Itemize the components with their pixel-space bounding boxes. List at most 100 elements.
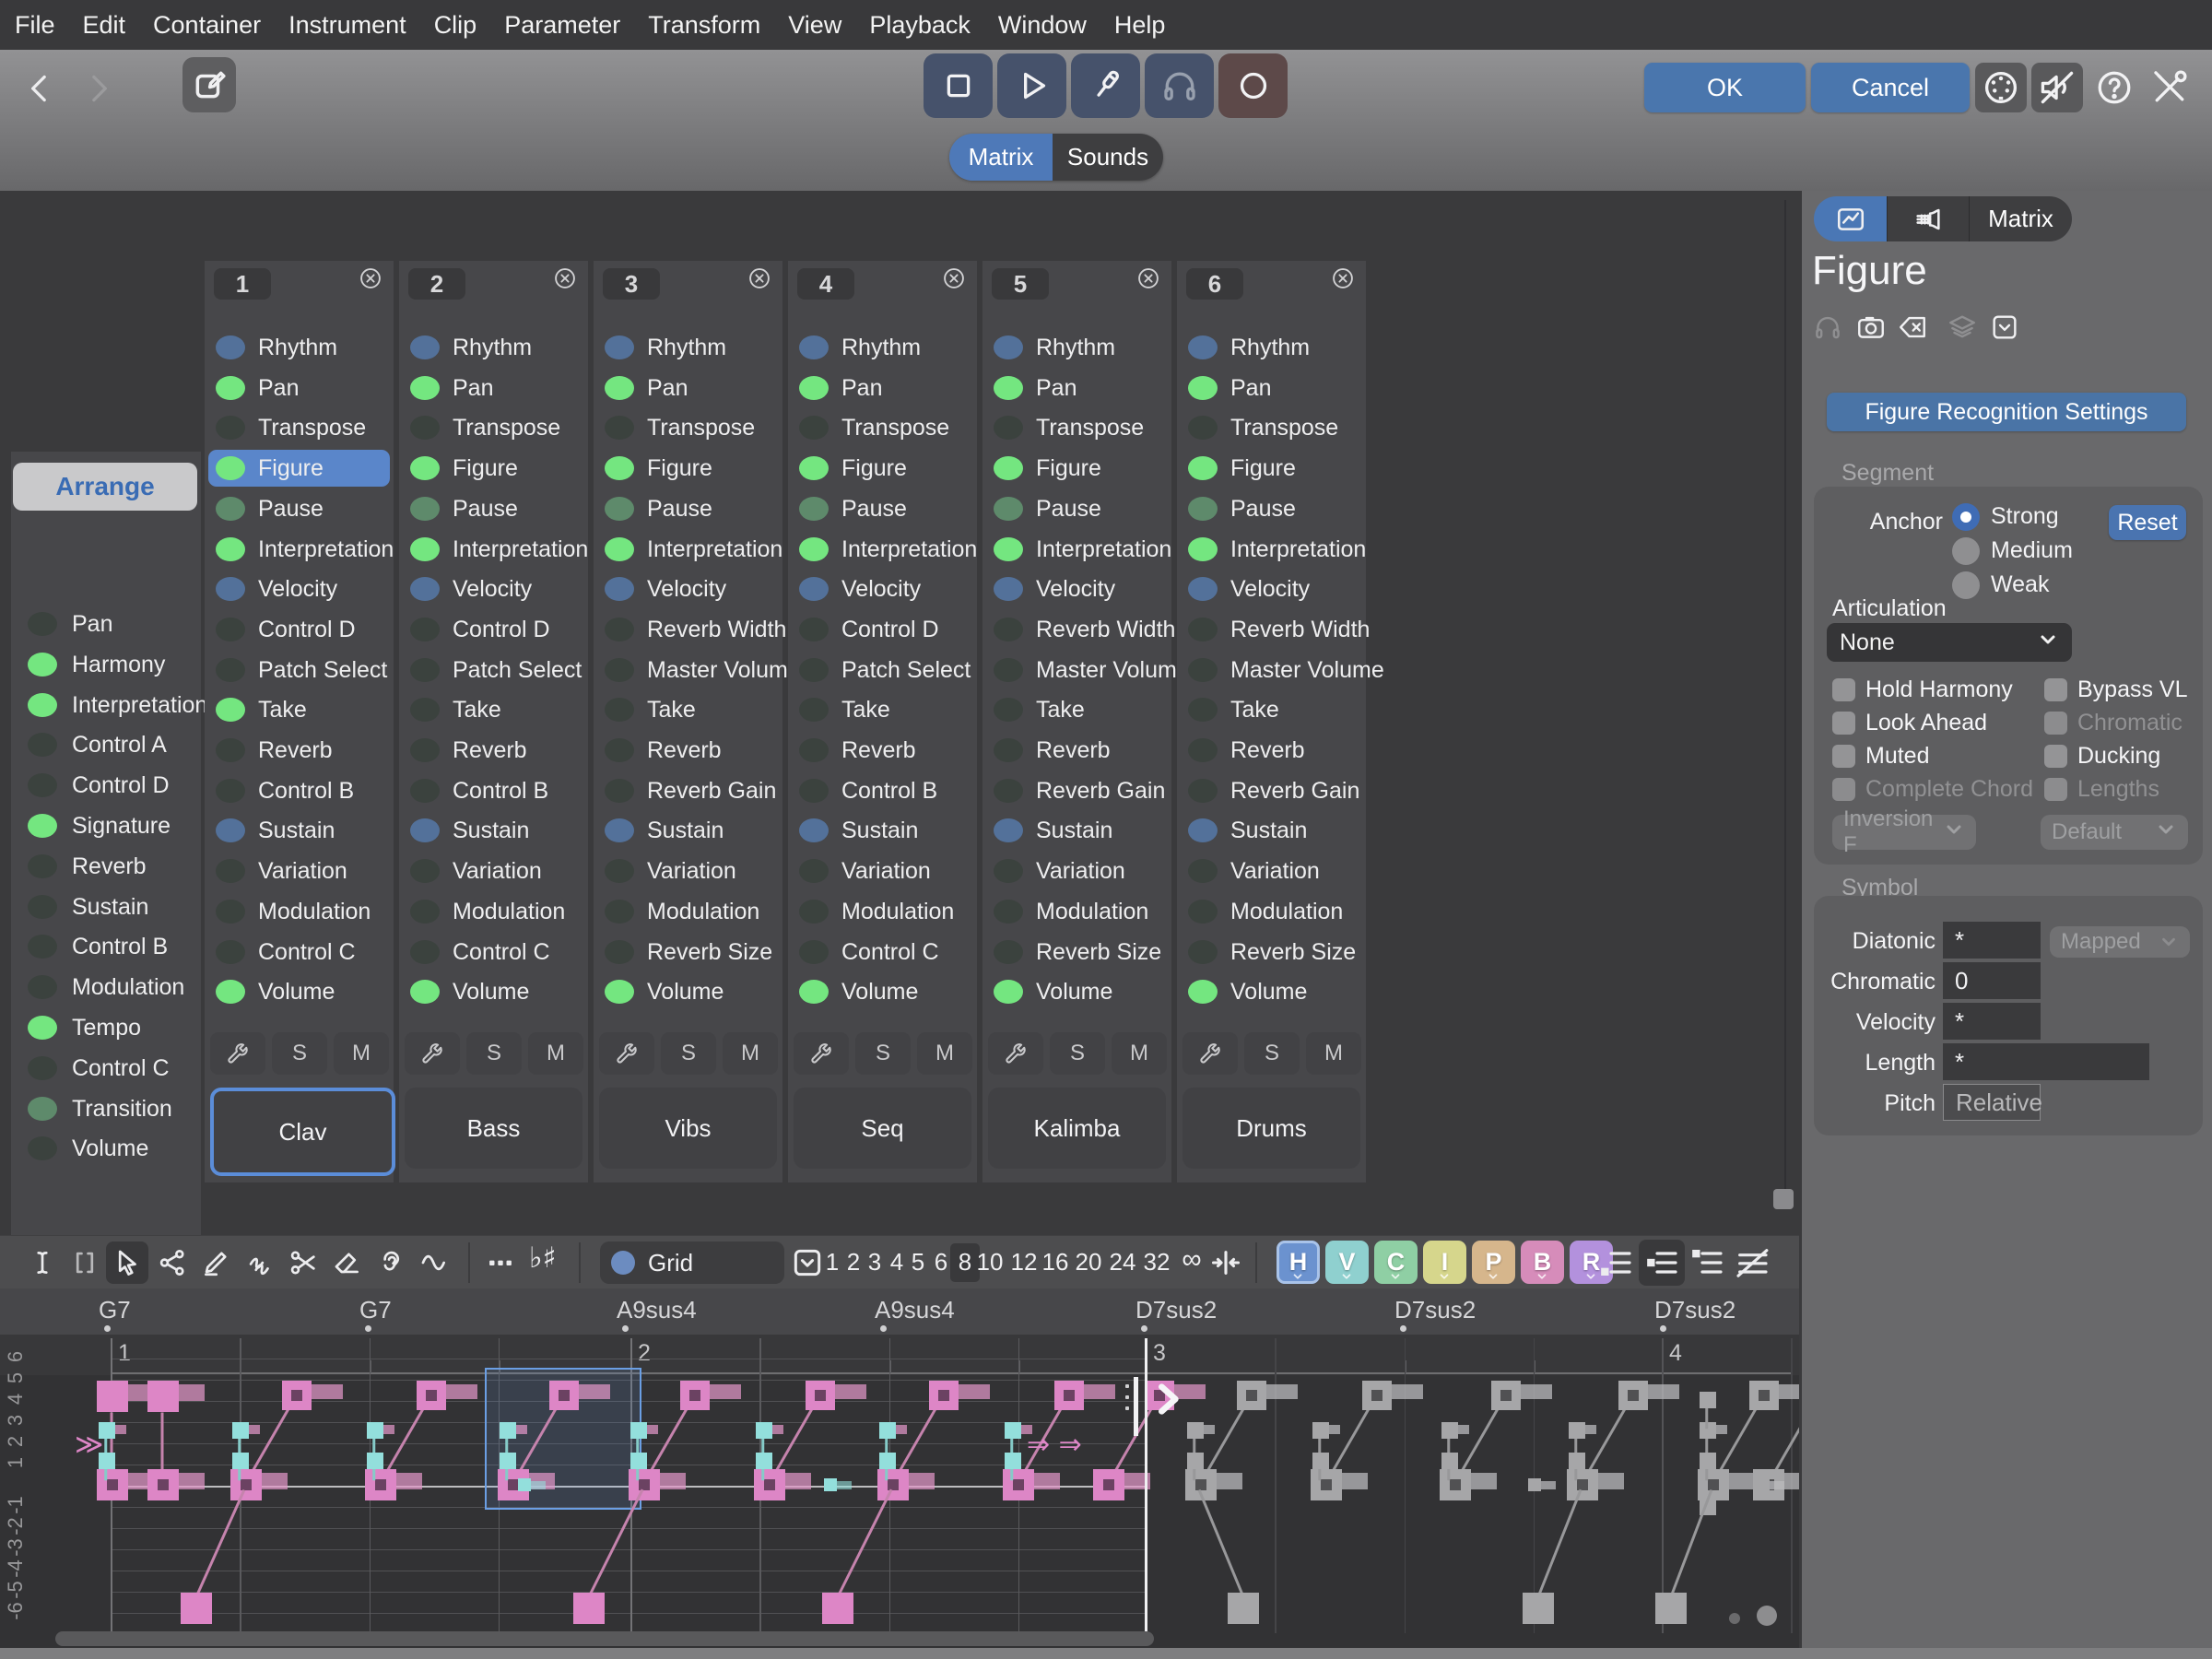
figure-note-top[interactable] bbox=[806, 1381, 835, 1410]
layer-button-i[interactable]: I bbox=[1423, 1241, 1466, 1284]
checkbox-lengths[interactable] bbox=[2044, 778, 2067, 801]
default-dropdown[interactable]: Default bbox=[2041, 815, 2188, 850]
close-track-button[interactable] bbox=[358, 265, 383, 296]
layer-button-c[interactable]: C bbox=[1374, 1241, 1418, 1284]
grid-visible-checkbox[interactable] bbox=[790, 1245, 825, 1285]
mute-button[interactable]: M bbox=[1306, 1032, 1361, 1075]
note-dots-tool[interactable] bbox=[485, 1247, 516, 1283]
param-row-sustain[interactable]: Sustain bbox=[1177, 812, 1366, 851]
mute-button[interactable]: M bbox=[917, 1032, 972, 1075]
record-button[interactable] bbox=[1218, 53, 1288, 118]
param-row-pan[interactable]: Pan bbox=[594, 370, 782, 408]
grid-division-6[interactable]: 6 bbox=[935, 1248, 947, 1277]
param-row-variation[interactable]: Variation bbox=[399, 853, 588, 891]
figure-note-low[interactable] bbox=[1523, 1593, 1554, 1624]
param-row-transpose[interactable]: Transpose bbox=[1177, 409, 1366, 448]
figure-note-base[interactable] bbox=[877, 1469, 909, 1500]
figure-note-base[interactable] bbox=[365, 1469, 396, 1500]
param-row-figure[interactable]: Figure bbox=[788, 450, 977, 488]
cursor-arrow-tool[interactable] bbox=[112, 1247, 143, 1283]
ornament-note[interactable] bbox=[500, 1453, 516, 1469]
param-row-reverb[interactable]: Reverb bbox=[399, 732, 588, 771]
solo-button[interactable]: S bbox=[855, 1032, 911, 1075]
ornament-note[interactable] bbox=[879, 1453, 896, 1469]
inspector-tab-matrix[interactable]: Matrix bbox=[1970, 196, 2072, 241]
zoom-dot-large[interactable] bbox=[1757, 1606, 1777, 1626]
figure-note-base[interactable] bbox=[754, 1469, 785, 1500]
param-row-take[interactable]: Take bbox=[205, 691, 394, 730]
monitor-button[interactable] bbox=[1145, 53, 1214, 118]
snap-tool[interactable] bbox=[1210, 1247, 1241, 1283]
param-row-sustain[interactable]: Sustain bbox=[399, 812, 588, 851]
ornament-note[interactable] bbox=[232, 1422, 249, 1439]
sidebar-item-control-c[interactable]: Control C bbox=[11, 1050, 201, 1087]
figure-note-top[interactable] bbox=[1749, 1381, 1779, 1410]
sidebar-item-pan[interactable]: Pan bbox=[11, 606, 201, 642]
grid-division-5[interactable]: 5 bbox=[912, 1248, 924, 1277]
length-input[interactable]: * bbox=[1943, 1043, 2149, 1080]
checkbox-hold-harmony[interactable] bbox=[1832, 678, 1855, 701]
param-row-velocity[interactable]: Velocity bbox=[1177, 571, 1366, 609]
instrument-box-bass[interactable]: Bass bbox=[405, 1088, 582, 1169]
ear-tool[interactable] bbox=[375, 1247, 406, 1283]
param-row-pan[interactable]: Pan bbox=[399, 370, 588, 408]
figure-note-top[interactable] bbox=[1054, 1381, 1084, 1410]
close-track-button[interactable] bbox=[941, 265, 967, 296]
param-row-pause[interactable]: Pause bbox=[982, 490, 1171, 529]
param-row-volume[interactable]: Volume bbox=[982, 973, 1171, 1012]
param-row-patch-select[interactable]: Patch Select bbox=[788, 652, 977, 690]
cancel-button[interactable]: Cancel bbox=[1811, 63, 1970, 112]
grid-division-∞[interactable]: ∞ bbox=[1182, 1244, 1201, 1276]
grid-division-2[interactable]: 2 bbox=[847, 1248, 860, 1277]
ornament-note[interactable] bbox=[630, 1422, 647, 1439]
param-row-reverb-width[interactable]: Reverb Width bbox=[1177, 611, 1366, 650]
param-row-pan[interactable]: Pan bbox=[982, 370, 1171, 408]
menu-window[interactable]: Window bbox=[998, 11, 1087, 40]
solo-button[interactable]: S bbox=[661, 1032, 716, 1075]
list-top-button[interactable] bbox=[1688, 1244, 1725, 1286]
param-row-pause[interactable]: Pause bbox=[205, 490, 394, 529]
param-row-modulation[interactable]: Modulation bbox=[399, 893, 588, 932]
param-row-sustain[interactable]: Sustain bbox=[594, 812, 782, 851]
text-cursor-tool[interactable] bbox=[27, 1247, 58, 1283]
param-row-volume[interactable]: Volume bbox=[594, 973, 782, 1012]
menu-view[interactable]: View bbox=[788, 11, 841, 40]
param-row-transpose[interactable]: Transpose bbox=[399, 409, 588, 448]
param-row-pan[interactable]: Pan bbox=[205, 370, 394, 408]
param-row-transpose[interactable]: Transpose bbox=[594, 409, 782, 448]
param-row-volume[interactable]: Volume bbox=[399, 973, 588, 1012]
checkbox-complete-chord[interactable] bbox=[1832, 778, 1855, 801]
menu-instrument[interactable]: Instrument bbox=[288, 11, 406, 40]
figure-note-base[interactable] bbox=[1698, 1469, 1729, 1500]
menu-transform[interactable]: Transform bbox=[648, 11, 760, 40]
figure-note-base[interactable] bbox=[147, 1469, 179, 1500]
ornament-note[interactable] bbox=[1441, 1422, 1458, 1439]
mapped-dropdown[interactable]: Mapped bbox=[2050, 926, 2190, 958]
param-row-volume[interactable]: Volume bbox=[788, 973, 977, 1012]
figure-note-low[interactable] bbox=[1655, 1593, 1687, 1624]
sidebar-item-sustain[interactable]: Sustain bbox=[11, 888, 201, 925]
accidentals-tool[interactable]: ♭♯ bbox=[529, 1241, 557, 1275]
param-row-interpretation[interactable]: Interpretation bbox=[1177, 531, 1366, 570]
record-arm-button[interactable] bbox=[1071, 53, 1140, 118]
tools-button[interactable] bbox=[2144, 63, 2195, 112]
param-row-reverb[interactable]: Reverb bbox=[788, 732, 977, 771]
layer-button-h[interactable]: H bbox=[1277, 1241, 1320, 1284]
param-row-take[interactable]: Take bbox=[1177, 691, 1366, 730]
param-row-take[interactable]: Take bbox=[982, 691, 1171, 730]
grid-division-1[interactable]: 1 bbox=[826, 1248, 839, 1277]
sidebar-item-reverb[interactable]: Reverb bbox=[11, 848, 201, 885]
param-row-control-d[interactable]: Control D bbox=[788, 611, 977, 650]
select-down-icon-button[interactable] bbox=[1989, 312, 2020, 347]
pitch-input[interactable]: Relative bbox=[1943, 1084, 2041, 1121]
param-row-variation[interactable]: Variation bbox=[1177, 853, 1366, 891]
chromatic-input[interactable]: 0 bbox=[1943, 962, 2041, 999]
layer-button-v[interactable]: V bbox=[1325, 1241, 1369, 1284]
param-row-pause[interactable]: Pause bbox=[1177, 490, 1366, 529]
instrument-box-clav[interactable]: Clav bbox=[210, 1088, 395, 1176]
center-tick-note[interactable] bbox=[1757, 1478, 1770, 1491]
menu-edit[interactable]: Edit bbox=[83, 11, 126, 40]
menu-file[interactable]: File bbox=[15, 11, 55, 40]
edit-button[interactable] bbox=[182, 57, 236, 112]
ornament-note[interactable] bbox=[1441, 1453, 1458, 1469]
